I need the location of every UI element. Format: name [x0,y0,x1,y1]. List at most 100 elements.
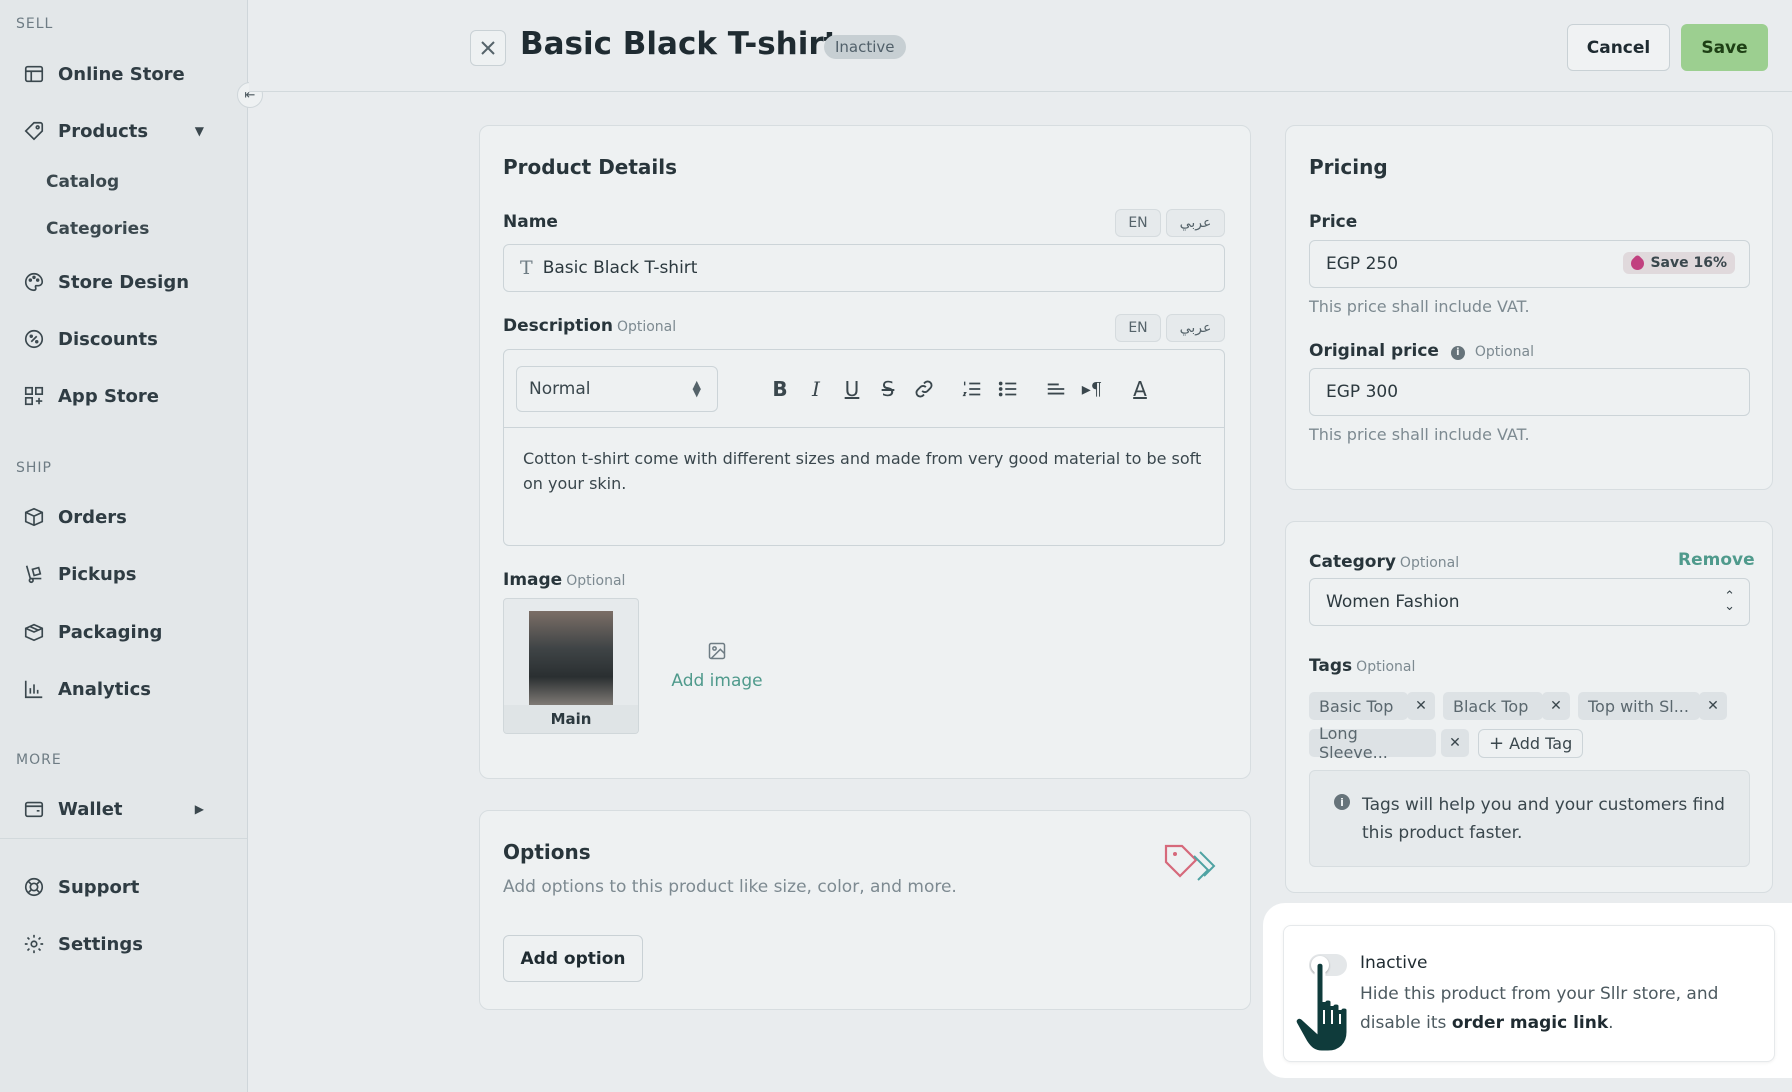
close-button[interactable] [470,30,506,66]
link-icon[interactable] [910,375,938,403]
tag-remove-icon[interactable]: ✕ [1441,729,1469,757]
sidebar-item-discounts[interactable]: Discounts [22,321,232,357]
tag-remove-icon[interactable]: ✕ [1699,692,1727,720]
format-select[interactable]: Normal ▲ ▼ [516,366,718,412]
add-tag-button[interactable]: + Add Tag [1478,729,1584,758]
sidebar-item-wallet[interactable]: Wallet ▶ [22,791,232,827]
options-title: Options [503,840,591,864]
tag-remove-icon[interactable]: ✕ [1407,692,1435,720]
sidebar-item-store-design[interactable]: Store Design [22,264,232,300]
tags-info-box: i Tags will help you and your customers … [1309,770,1750,867]
main-image-caption: Main [504,705,638,733]
price-helper-text: This price shall include VAT. [1309,297,1530,316]
name-lang-ar[interactable]: عربي [1166,209,1225,237]
add-option-button[interactable]: Add option [503,935,643,982]
sidebar-item-app-store[interactable]: App Store [22,378,232,414]
lifebuoy-icon [22,875,46,899]
sidebar-item-packaging[interactable]: Packaging [22,614,232,650]
sidebar-item-label: Orders [58,506,127,528]
sidebar-item-products[interactable]: Products ▼ [22,113,232,149]
description-editor[interactable]: Normal ▲ ▼ B I U S ▸¶ A Cotton t-shirt co… [503,349,1225,546]
sidebar-item-orders[interactable]: Orders [22,499,232,535]
optional-label: Optional [1356,659,1416,675]
tag-remove-icon[interactable]: ✕ [1542,692,1570,720]
sidebar-item-label: App Store [58,385,159,407]
tag-chip: Top with Sl... [1578,692,1700,720]
description-lang-en[interactable]: EN [1115,314,1161,342]
remove-category-link[interactable]: Remove [1678,550,1755,570]
options-subtitle: Add options to this product like size, c… [503,877,957,897]
add-image-button[interactable]: Add image [652,598,782,734]
sidebar-subitem-catalog[interactable]: Catalog [46,172,119,192]
bold-icon[interactable]: B [766,375,794,403]
price-input[interactable]: EGP 250 Save 16% [1309,240,1750,288]
underline-icon[interactable]: U [838,375,866,403]
select-arrows-icon: ▲ ▼ [692,378,701,399]
align-icon[interactable] [1042,375,1070,403]
discount-icon [22,327,46,351]
name-lang-en[interactable]: EN [1115,209,1161,237]
cancel-button[interactable]: Cancel [1567,24,1670,71]
info-icon[interactable]: i [1450,345,1465,360]
apps-icon [22,384,46,408]
chevron-up-down-icon: ⌃ ⌄ [1724,589,1735,614]
store-icon [22,62,46,86]
sidebar-item-online-store[interactable]: Online Store [22,56,232,92]
sidebar-item-label: Products [58,120,149,142]
description-lang-ar[interactable]: عربي [1166,314,1225,342]
price-value: EGP 250 [1326,254,1399,274]
italic-icon[interactable]: I [802,375,830,403]
info-icon: i [1334,794,1350,810]
sidebar-divider [0,838,247,839]
sidebar-item-label: Store Design [58,271,190,293]
tags-label: Tags Optional [1309,656,1416,676]
tag-chip: Black Top [1443,692,1543,720]
sidebar-item-label: Packaging [58,621,163,643]
category-label: Category Optional [1309,552,1460,572]
description-label: Description Optional [503,316,677,336]
sidebar: SELL Online Store Products ▼ Catalog Cat… [0,0,248,1092]
text-color-icon[interactable]: A [1126,375,1154,403]
category-select[interactable]: Women Fashion ⌃ ⌄ [1309,578,1750,626]
sidebar-item-settings[interactable]: Settings [22,926,232,962]
optional-label: Optional [616,319,677,335]
name-label: Name [503,212,558,232]
sidebar-item-label: Discounts [58,328,158,350]
tag-chip: Basic Top [1309,692,1408,720]
add-tag-label: Add Tag [1509,734,1573,753]
name-input[interactable]: T Basic Black T-shirt [503,244,1225,292]
original-price-input[interactable]: EGP 300 [1309,368,1750,416]
strikethrough-icon[interactable]: S [874,375,902,403]
paragraph-direction-icon[interactable]: ▸¶ [1078,375,1106,403]
sidebar-item-label: Settings [58,933,143,955]
sidebar-item-support[interactable]: Support [22,869,232,905]
sidebar-item-label: Analytics [58,678,151,700]
gear-icon [22,932,46,956]
ordered-list-icon[interactable] [958,375,986,403]
product-details-title: Product Details [503,155,678,179]
description-text[interactable]: Cotton t-shirt come with different sizes… [523,446,1203,496]
original-price-value: EGP 300 [1326,382,1399,402]
order-magic-link[interactable]: order magic link [1452,1013,1608,1033]
save-button[interactable]: Save [1681,24,1768,71]
sidebar-item-analytics[interactable]: Analytics [22,671,232,707]
sidebar-section-sell: SELL [16,16,54,32]
tag-chip: Long Sleeve... [1309,724,1436,762]
optional-label: Optional [1474,344,1535,360]
sidebar-item-label: Support [58,876,140,898]
original-price-helper-text: This price shall include VAT. [1309,425,1530,444]
package-icon [22,620,46,644]
main-product-image[interactable]: Main [503,598,639,734]
sidebar-item-label: Wallet [58,798,123,820]
tag-icon [22,119,46,143]
sidebar-item-label: Pickups [58,563,137,585]
pointer-hand-icon [1290,958,1370,1058]
visibility-description: Hide this product from your Sllr store, … [1360,984,1719,1033]
bar-chart-icon [22,677,46,701]
box-icon [22,505,46,529]
bullet-list-icon[interactable] [994,375,1022,403]
status-badge: Inactive [824,35,906,59]
editor-toolbar: Normal ▲ ▼ B I U S ▸¶ A [504,350,1224,428]
sidebar-item-pickups[interactable]: Pickups [22,556,232,592]
sidebar-subitem-categories[interactable]: Categories [46,219,149,239]
